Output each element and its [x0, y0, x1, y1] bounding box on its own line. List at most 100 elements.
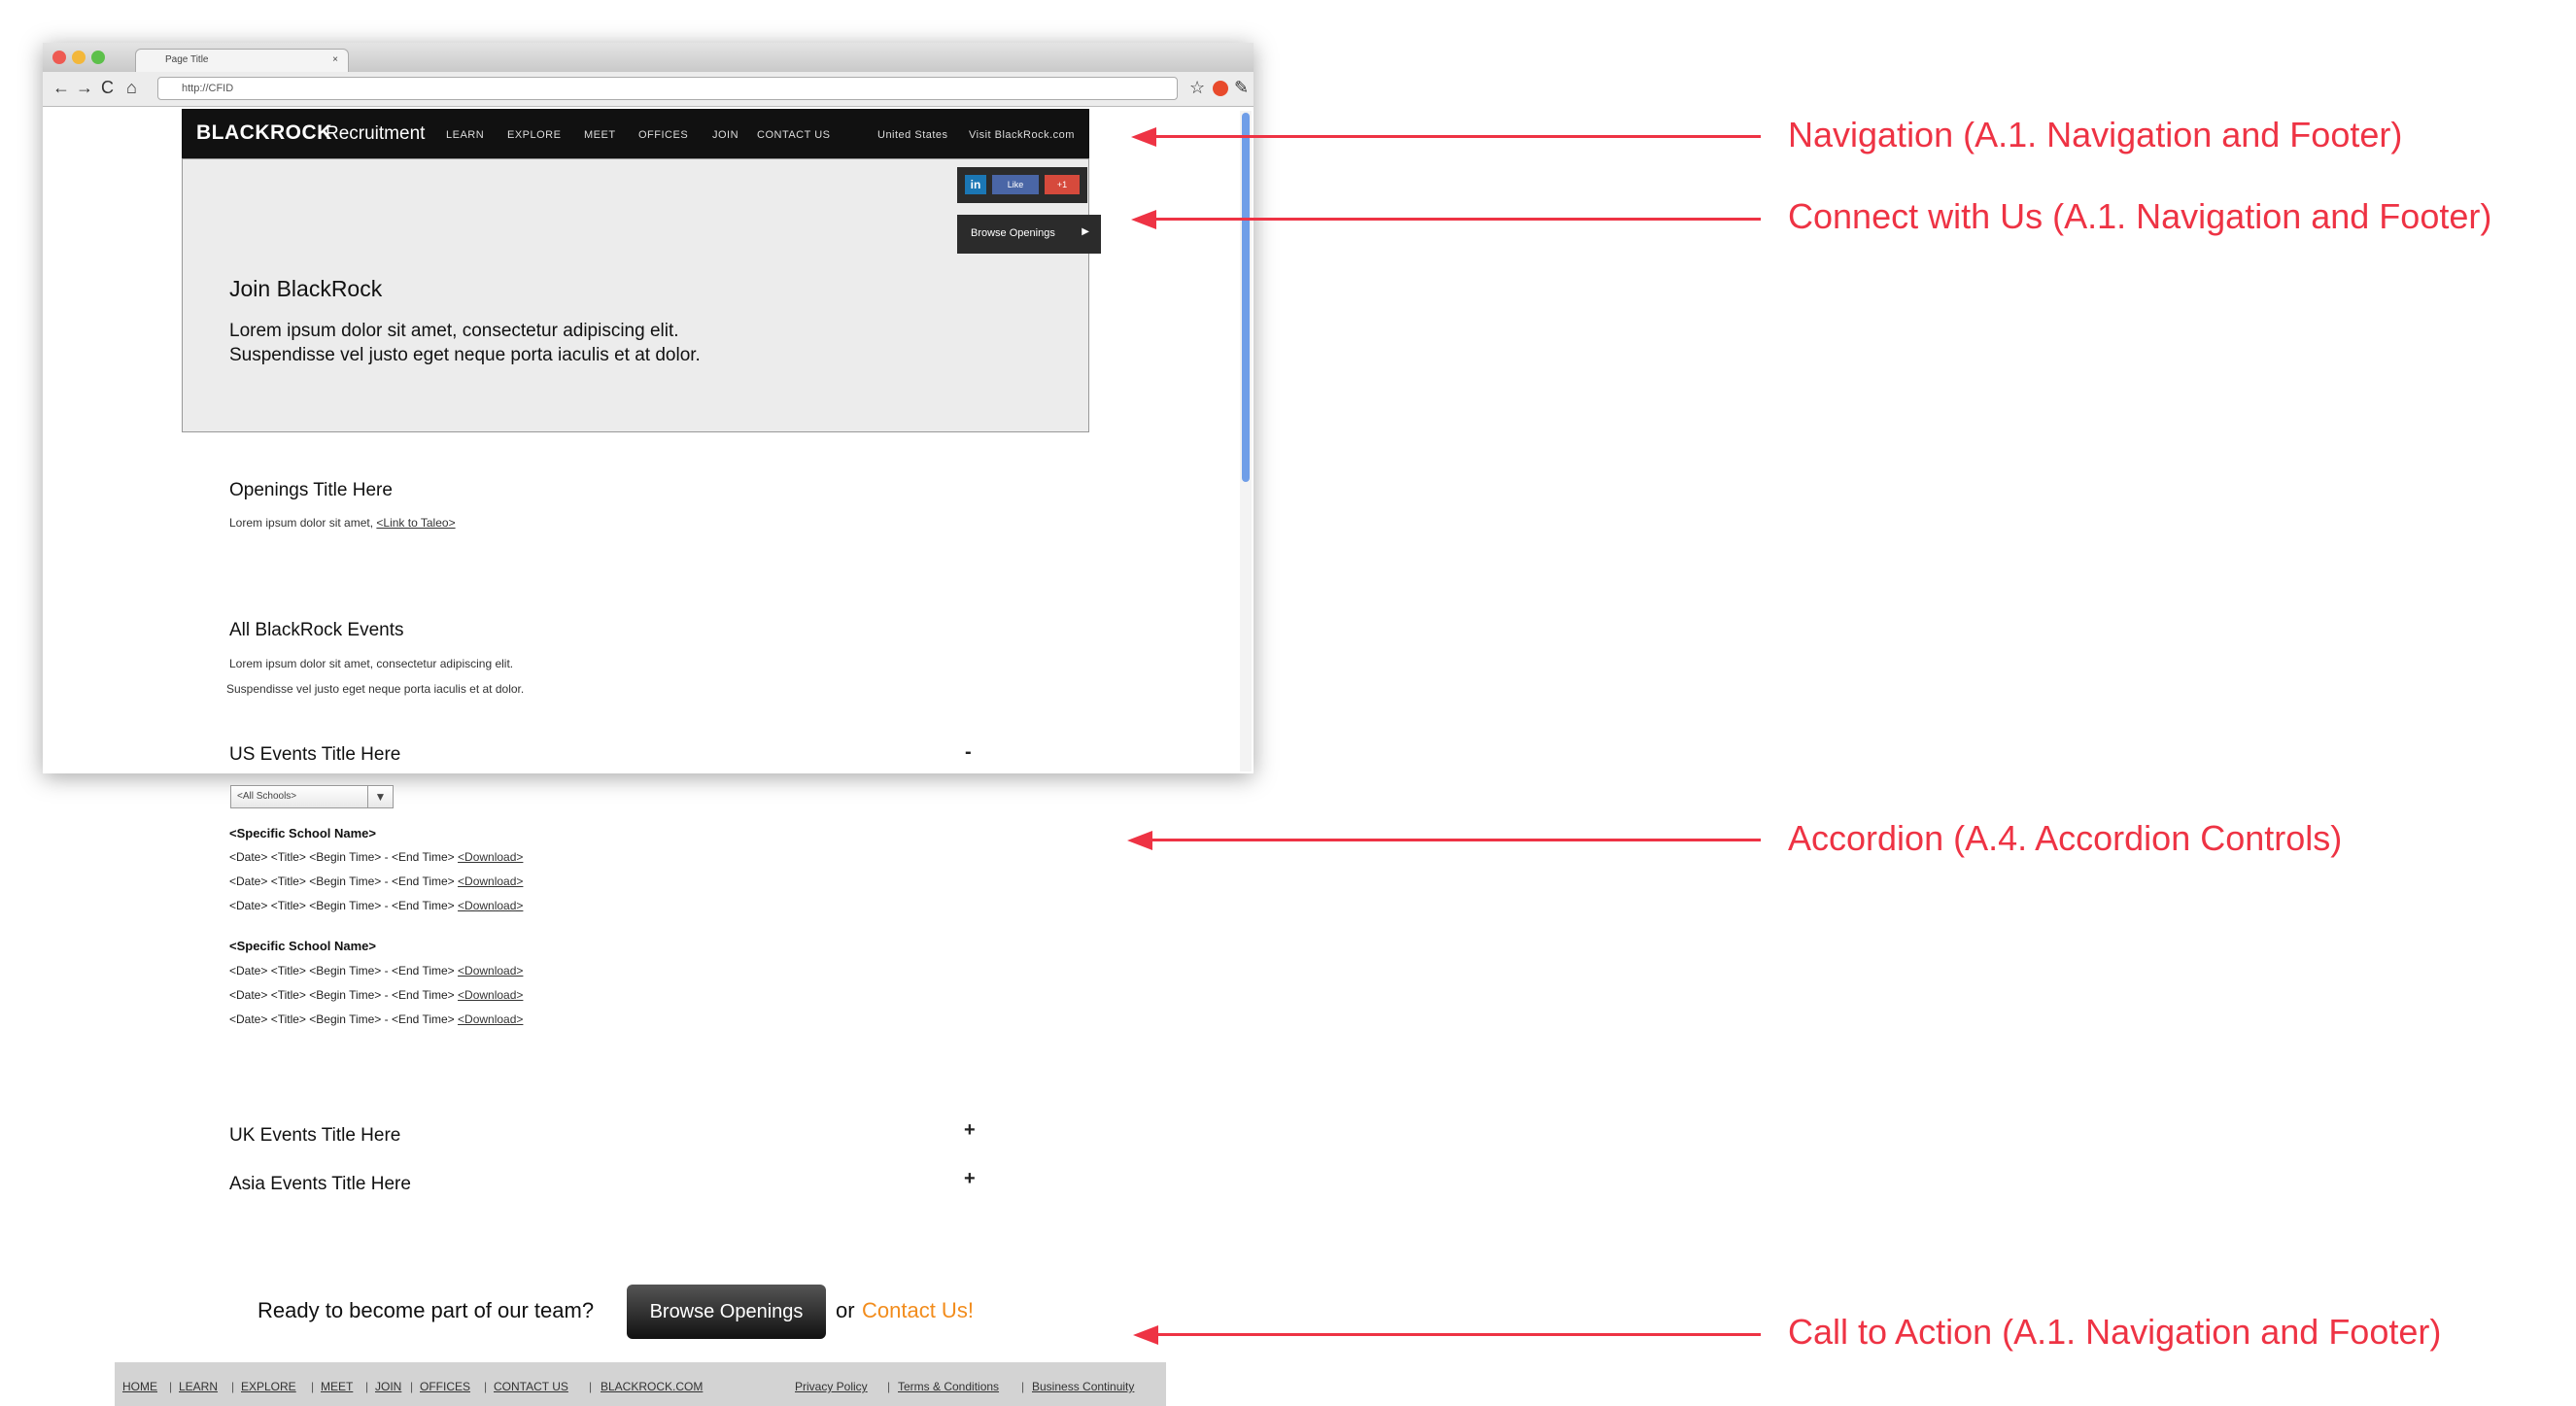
footer-link-blackrock[interactable]: BLACKROCK.COM: [601, 1380, 703, 1393]
footer-link-offices[interactable]: OFFICES: [420, 1380, 470, 1393]
download-link[interactable]: <Download>: [458, 1012, 523, 1026]
contact-us-link[interactable]: Contact Us!: [862, 1298, 974, 1323]
annotation-arrow-line: [1154, 135, 1761, 138]
event-details: <Date> <Title> <Begin Time> - <End Time>: [229, 874, 455, 888]
footer-link-explore[interactable]: EXPLORE: [241, 1380, 296, 1393]
taleo-link[interactable]: <Link to Taleo>: [376, 516, 455, 530]
nav-meet[interactable]: MEET: [584, 129, 616, 141]
openings-description: Lorem ipsum dolor sit amet,: [229, 516, 374, 530]
annotation-navigation: Navigation (A.1. Navigation and Footer): [1788, 115, 2403, 154]
event-details: <Date> <Title> <Begin Time> - <End Time>: [229, 850, 455, 864]
back-icon[interactable]: ←: [52, 78, 70, 98]
annotation-arrow-line: [1156, 1333, 1761, 1336]
footer-link-join[interactable]: JOIN: [375, 1380, 401, 1393]
event-row: <Date> <Title> <Begin Time> - <End Time>…: [229, 874, 523, 888]
footer-separator: |: [1021, 1380, 1025, 1393]
event-details: <Date> <Title> <Begin Time> - <End Time>: [229, 899, 455, 912]
home-icon[interactable]: ⌂: [126, 78, 137, 98]
footer-separator: |: [589, 1380, 593, 1393]
footer-separator: |: [484, 1380, 488, 1393]
window-titlebar: Page Title ×: [43, 43, 1254, 72]
play-arrow-icon: ▶: [1082, 226, 1089, 237]
nav-join[interactable]: JOIN: [712, 129, 738, 141]
school-select-value: <All Schools>: [237, 791, 297, 802]
close-window-button[interactable]: [52, 51, 66, 64]
accordion-expand-toggle[interactable]: +: [964, 1168, 976, 1190]
event-row: <Date> <Title> <Begin Time> - <End Time>…: [229, 964, 523, 977]
event-details: <Date> <Title> <Begin Time> - <End Time>: [229, 964, 455, 977]
browse-openings-button[interactable]: Browse Openings ▶: [957, 215, 1101, 254]
school-name: <Specific School Name>: [229, 826, 377, 840]
nav-explore[interactable]: EXPLORE: [507, 129, 561, 141]
download-link[interactable]: <Download>: [458, 964, 523, 977]
accordion-expand-toggle[interactable]: +: [964, 1119, 976, 1142]
footer-separator: |: [311, 1380, 315, 1393]
zoom-window-button[interactable]: [91, 51, 105, 64]
nav-country-selector[interactable]: United States: [877, 129, 948, 141]
event-row: <Date> <Title> <Begin Time> - <End Time>…: [229, 1012, 523, 1026]
openings-text: Lorem ipsum dolor sit amet, <Link to Tal…: [229, 516, 456, 530]
tab-close-icon[interactable]: ×: [332, 54, 338, 65]
nav-offices[interactable]: OFFICES: [638, 129, 688, 141]
annotation-arrow-line: [1154, 218, 1761, 221]
reload-icon[interactable]: C: [101, 78, 114, 98]
linkedin-icon[interactable]: in: [965, 175, 986, 194]
uk-events-accordion-header[interactable]: UK Events Title Here: [229, 1125, 400, 1147]
extension-icon[interactable]: [1213, 81, 1228, 96]
annotation-call-to-action: Call to Action (A.1. Navigation and Foot…: [1788, 1312, 2442, 1352]
event-details: <Date> <Title> <Begin Time> - <End Time>: [229, 1012, 455, 1026]
annotation-arrow-head: [1131, 127, 1156, 147]
download-link[interactable]: <Download>: [458, 874, 523, 888]
accordion-collapse-toggle[interactable]: -: [965, 741, 972, 764]
footer-link-home[interactable]: HOME: [122, 1380, 157, 1393]
annotation-arrow-head: [1133, 1325, 1158, 1345]
asia-events-accordion-header[interactable]: Asia Events Title Here: [229, 1174, 411, 1195]
minimize-window-button[interactable]: [72, 51, 86, 64]
tab-title: Page Title: [165, 54, 209, 65]
address-bar[interactable]: http://CFID: [157, 77, 1178, 100]
blackrock-logo[interactable]: BLACKROCK: [196, 121, 332, 145]
chevron-down-icon: ▼: [367, 786, 393, 807]
event-row: <Date> <Title> <Begin Time> - <End Time>…: [229, 899, 523, 912]
google-plus-one-button[interactable]: +1: [1045, 175, 1080, 194]
site-footer: HOME | LEARN | EXPLORE | MEET | JOIN | O…: [115, 1362, 1166, 1406]
cta-browse-openings-button[interactable]: Browse Openings: [627, 1285, 826, 1339]
logo-subtitle: Recruitment: [326, 123, 426, 144]
events-title: All BlackRock Events: [229, 620, 404, 640]
nav-visit-blackrock[interactable]: Visit BlackRock.com: [969, 129, 1075, 141]
school-name: <Specific School Name>: [229, 939, 377, 953]
download-link[interactable]: <Download>: [458, 899, 523, 912]
nav-contact-us[interactable]: CONTACT US: [757, 129, 831, 141]
footer-separator: |: [169, 1380, 173, 1393]
openings-title: Openings Title Here: [229, 480, 393, 500]
browser-tab[interactable]: Page Title ×: [135, 49, 349, 72]
cta-or: or: [836, 1298, 855, 1322]
annotation-arrow-line: [1151, 839, 1761, 841]
cta-text: Ready to become part of our team?: [258, 1298, 595, 1322]
hero-title: Join BlackRock: [229, 276, 383, 301]
browser-toolbar: ← → C ⌂ http://CFID ☆ ✎: [43, 72, 1254, 107]
annotation-connect-with-us: Connect with Us (A.1. Navigation and Foo…: [1788, 196, 2492, 236]
school-filter-select[interactable]: <All Schools> ▼: [230, 785, 394, 808]
forward-icon[interactable]: →: [76, 78, 93, 98]
footer-link-business-continuity[interactable]: Business Continuity: [1032, 1380, 1134, 1393]
footer-link-meet[interactable]: MEET: [321, 1380, 353, 1393]
event-row: <Date> <Title> <Begin Time> - <End Time>…: [229, 850, 523, 864]
wrench-icon[interactable]: ✎: [1234, 78, 1249, 98]
footer-separator: |: [410, 1380, 414, 1393]
download-link[interactable]: <Download>: [458, 850, 523, 864]
facebook-like-button[interactable]: Like: [992, 175, 1039, 194]
scrollbar-thumb[interactable]: [1242, 113, 1250, 482]
connect-with-us: in Like +1: [957, 167, 1087, 203]
footer-separator: |: [887, 1380, 891, 1393]
us-events-accordion-header[interactable]: US Events Title Here: [229, 744, 400, 766]
events-text-line-1: Lorem ipsum dolor sit amet, consectetur …: [229, 657, 514, 670]
download-link[interactable]: <Download>: [458, 988, 523, 1002]
footer-link-terms[interactable]: Terms & Conditions: [898, 1380, 999, 1393]
nav-learn[interactable]: LEARN: [446, 129, 484, 141]
footer-link-contact-us[interactable]: CONTACT US: [494, 1380, 568, 1393]
star-icon[interactable]: ☆: [1189, 78, 1205, 98]
hero-text: Lorem ipsum dolor sit amet, consectetur …: [229, 321, 701, 365]
footer-link-learn[interactable]: LEARN: [179, 1380, 218, 1393]
footer-link-privacy[interactable]: Privacy Policy: [795, 1380, 868, 1393]
